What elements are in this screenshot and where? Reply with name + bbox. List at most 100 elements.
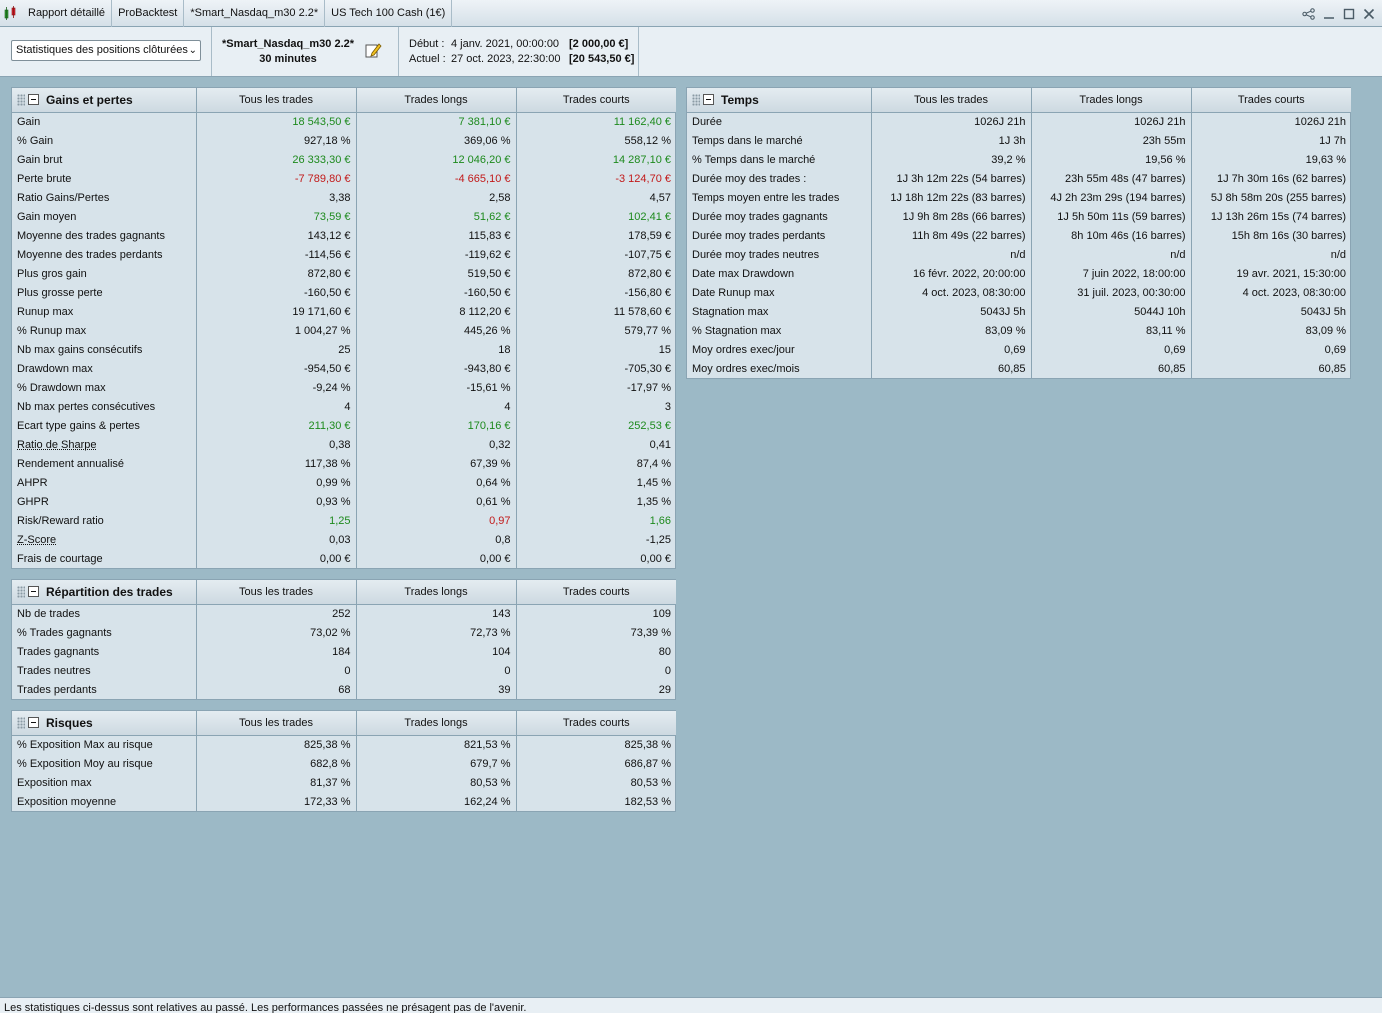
cell-value: 109 [652, 607, 671, 620]
cell-value: -119,62 € [356, 245, 517, 264]
cell-value: 19 171,60 € [196, 302, 357, 321]
current-amount: [20 543,50 €] [569, 53, 635, 65]
table-row: % Drawdown max -9,24 % -15,61 % -17,97 % [12, 378, 676, 397]
minimize-icon[interactable] [1322, 7, 1336, 21]
stats-type-select[interactable]: Statistiques des positions clôturées ⌄ [11, 40, 201, 61]
row-label-text[interactable]: Z-Score [17, 534, 56, 546]
column-header: Trades courts [516, 580, 676, 605]
row-label-text: Drawdown max [17, 362, 93, 375]
cell-value: 14 287,10 € [612, 153, 671, 166]
cell-value: -943,80 € [356, 359, 517, 378]
divider [211, 27, 212, 76]
table-row: Gain 18 543,50 €7 381,10 € 11 162,40 € [12, 112, 676, 131]
panel-title: Gains et pertes [46, 92, 133, 107]
cell-value: 0,38 [196, 435, 357, 454]
row-label-text: Temps dans le marché [692, 134, 803, 147]
cell-value: 1J 3h [871, 131, 1032, 150]
cell-value: 39 [356, 680, 517, 699]
row-label: Durée moy trades neutres [687, 245, 872, 264]
grip-icon[interactable] [17, 93, 25, 106]
row-label: Durée [687, 112, 872, 131]
table-row: % Runup max 1 004,27 % 445,26 % 579,77 % [12, 321, 676, 340]
grip-icon[interactable] [17, 585, 25, 598]
collapse-icon[interactable] [28, 717, 39, 729]
row-label-text: Plus gros gain [17, 267, 87, 280]
row-label: Durée moy trades gagnants [687, 207, 872, 226]
edit-icon[interactable] [364, 41, 382, 59]
cell-value: -160,50 € [356, 283, 517, 302]
row-label-text: Rendement annualisé [17, 457, 125, 470]
row-label-text: Risk/Reward ratio [17, 514, 104, 527]
cell-value: 825,38 % [624, 738, 671, 751]
cell-value: 679,7 % [356, 754, 517, 773]
row-label-text: Moy ordres exec/mois [692, 362, 800, 375]
table-row: Durée moy trades perdants 11h 8m 49s (22 … [687, 226, 1351, 245]
share-icon[interactable] [1302, 7, 1316, 21]
cell-value: 8h 10m 46s (16 barres) [1031, 226, 1192, 245]
cell-value: 821,53 % [356, 735, 517, 754]
cell-value: 4 oct. 2023, 08:30:00 [1242, 286, 1346, 299]
panel-header: Risques [12, 711, 197, 736]
row-label: Stagnation max [687, 302, 872, 321]
collapse-icon[interactable] [28, 586, 39, 598]
cell-value: 211,30 € [196, 416, 357, 435]
cell-value: 81,37 % [196, 773, 357, 792]
table-row: Rendement annualisé 117,38 % 67,39 % 87,4 % [12, 454, 676, 473]
close-icon[interactable] [1362, 7, 1376, 21]
crumb-rapport[interactable]: Rapport détaillé [22, 0, 113, 27]
cell-value: 15 [658, 343, 671, 356]
cell-value: 0,61 % [356, 492, 517, 511]
cell-value: 5044J 10h [1031, 302, 1192, 321]
title-bar: Rapport détaillé ProBacktest *Smart_Nasd… [0, 0, 1382, 27]
cell-value: 519,50 € [356, 264, 517, 283]
collapse-icon[interactable] [28, 94, 39, 106]
table-row: Durée moy des trades : 1J 3h 12m 22s (54 … [687, 169, 1351, 188]
table-row: Durée moy trades neutres n/d n/d n/d [687, 245, 1351, 264]
table-row: AHPR 0,99 % 0,64 % 1,45 % [12, 473, 676, 492]
row-label: Gain [12, 112, 197, 131]
cell-value: 143 [356, 604, 517, 623]
table-row: Exposition moyenne 172,33 % 162,24 % 182,53… [12, 792, 676, 811]
grip-icon[interactable] [17, 716, 25, 729]
table-row: Date max Drawdown 16 févr. 2022, 20:00:00… [687, 264, 1351, 283]
crumb-probacktest[interactable]: ProBacktest [112, 0, 185, 27]
cell-value: 1J 18h 12m 22s (83 barres) [871, 188, 1032, 207]
table-row: Moyenne des trades perdants -114,56 € -119… [12, 245, 676, 264]
cell-value: 184 [196, 642, 357, 661]
collapse-icon[interactable] [703, 94, 714, 106]
row-label-text: % Gain [17, 134, 54, 147]
row-label: AHPR [12, 473, 197, 492]
crumb-strategy[interactable]: *Smart_Nasdaq_m30 2.2* [184, 0, 326, 27]
row-label: Nb de trades [12, 604, 197, 623]
row-label: Drawdown max [12, 359, 197, 378]
row-label-text: Exposition moyenne [17, 795, 117, 808]
cell-value: 15h 8m 16s (30 barres) [1231, 229, 1346, 242]
cell-value: 0,03 [196, 530, 357, 549]
cell-value: 1J 5h 50m 11s (59 barres) [1031, 207, 1192, 226]
table-row: % Temps dans le marché 39,2 % 19,56 % 19,63… [687, 150, 1351, 169]
cell-value: 80,53 % [630, 776, 671, 789]
table-row: Moy ordres exec/mois 60,85 60,85 60,85 [687, 359, 1351, 378]
row-label: Temps dans le marché [687, 131, 872, 150]
row-label-text[interactable]: Ratio de Sharpe [17, 439, 97, 451]
cell-value: 7 juin 2022, 18:00:00 [1031, 264, 1192, 283]
cell-value: 8 112,20 € [356, 302, 517, 321]
cell-value: 178,59 € [628, 229, 671, 242]
column-header: Trades longs [356, 88, 517, 113]
maximize-icon[interactable] [1342, 7, 1356, 21]
table-row: Trades gagnants 184 104 80 [12, 642, 676, 661]
grip-icon[interactable] [692, 93, 700, 106]
table-row: Trades neutres 0 0 0 [12, 661, 676, 680]
table-row: Plus gros gain 872,80 €519,50 €872,80 € [12, 264, 676, 283]
panel-title: Répartition des trades [46, 584, 173, 599]
panel-title: Risques [46, 715, 93, 730]
cell-value: 182,53 % [624, 795, 671, 808]
cell-value: 682,8 % [196, 754, 357, 773]
cell-value: 83,11 % [1031, 321, 1192, 340]
current-label: Actuel : [409, 53, 446, 65]
row-label-text: Trades perdants [17, 683, 97, 696]
table-row: Durée 1026J 21h 1026J 21h 1026J 21h [687, 112, 1351, 131]
cell-value: 1J 3h 12m 22s (54 barres) [871, 169, 1032, 188]
crumb-instrument[interactable]: US Tech 100 Cash (1€) [325, 0, 453, 27]
column-header: Trades courts [516, 711, 676, 736]
